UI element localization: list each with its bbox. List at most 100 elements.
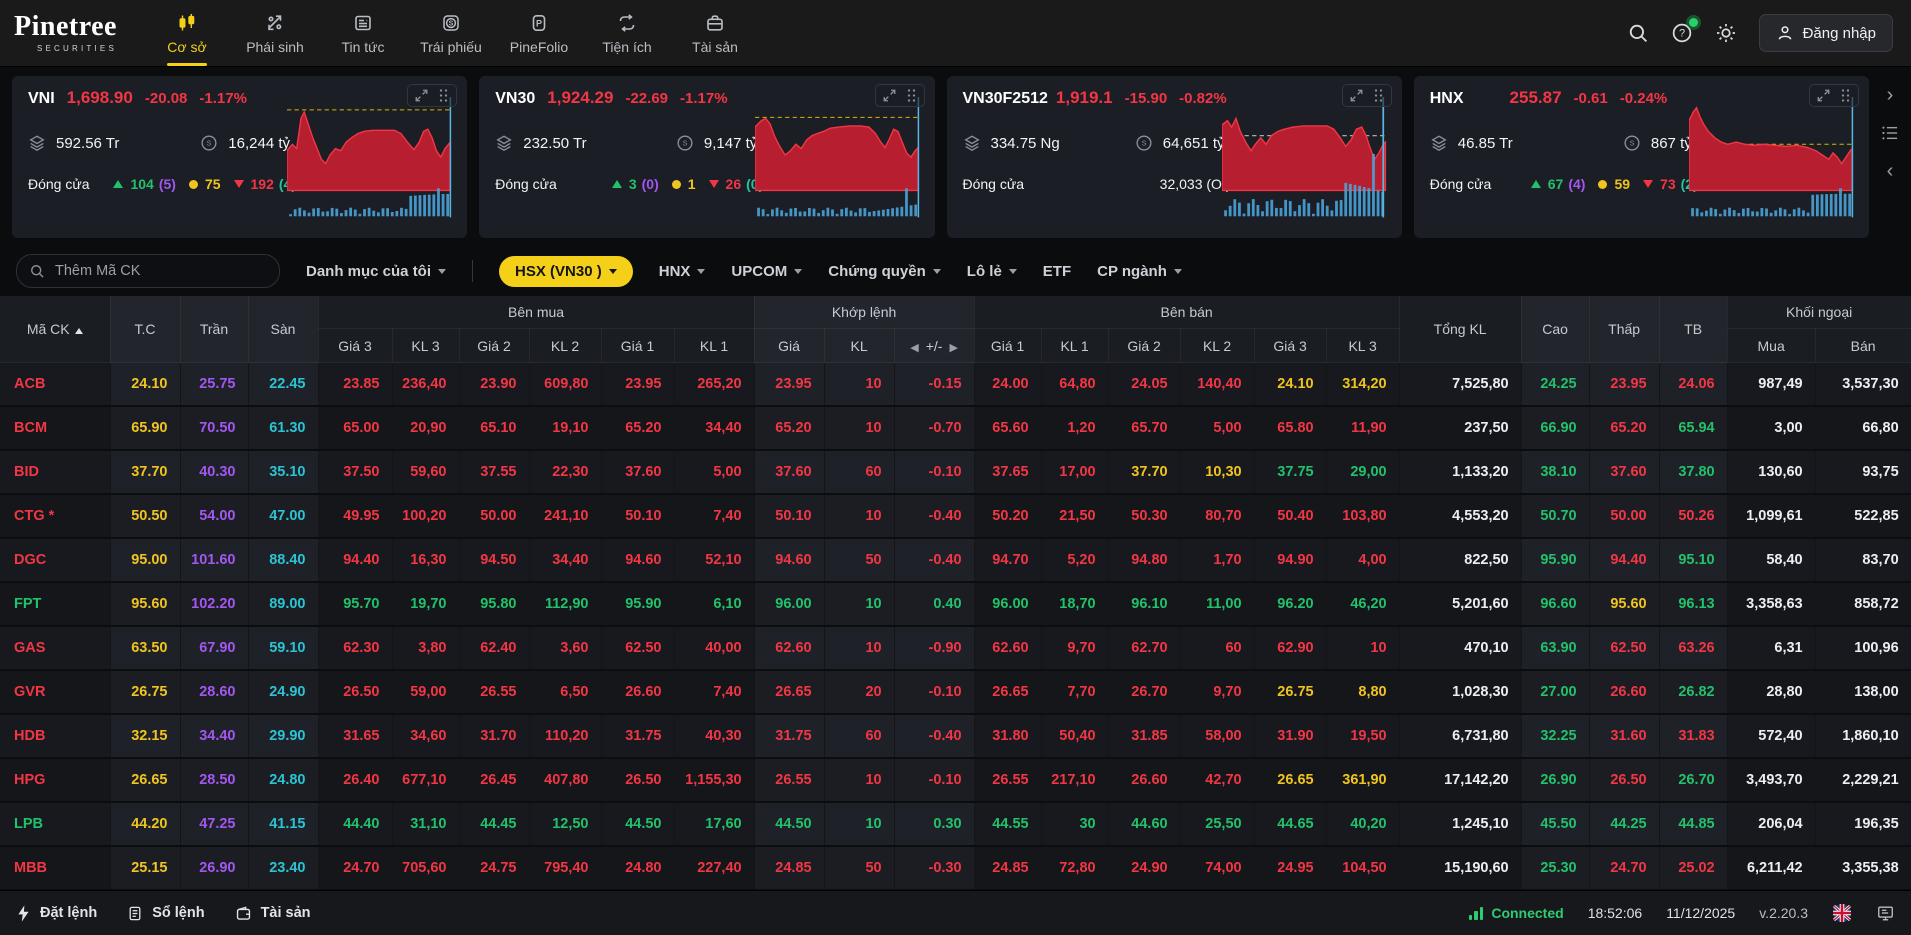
- price-cell[interactable]: 7,70: [1041, 670, 1108, 714]
- tab-tien-ich[interactable]: Tiện ích: [583, 0, 671, 66]
- price-cell[interactable]: 19,70: [392, 582, 459, 626]
- price-cell[interactable]: 20,90: [392, 406, 459, 450]
- price-cell[interactable]: 4,553,20: [1399, 494, 1521, 538]
- price-cell[interactable]: 44.55: [974, 802, 1041, 846]
- price-cell[interactable]: 10,30: [1180, 450, 1254, 494]
- price-cell[interactable]: 65.80: [1254, 406, 1326, 450]
- price-cell[interactable]: 37.60: [754, 450, 824, 494]
- table-row[interactable]: GAS63.5067.9059.1062.303,8062.403,6062.5…: [0, 626, 1911, 670]
- price-cell[interactable]: 9,70: [1180, 670, 1254, 714]
- price-cell[interactable]: 24.00: [974, 363, 1041, 407]
- price-cell[interactable]: 44.85: [1659, 802, 1727, 846]
- price-cell[interactable]: -0.10: [894, 758, 974, 802]
- expand-icon[interactable]: [414, 88, 429, 103]
- price-cell[interactable]: 6,31: [1727, 626, 1815, 670]
- price-cell[interactable]: 26.55: [754, 758, 824, 802]
- price-cell[interactable]: 44.45: [459, 802, 529, 846]
- ticker-symbol[interactable]: CTG *: [0, 494, 110, 538]
- price-cell[interactable]: 24.90: [248, 670, 318, 714]
- price-cell[interactable]: 27.00: [1521, 670, 1589, 714]
- price-cell[interactable]: 110,20: [529, 714, 601, 758]
- tab-tai-san[interactable]: Tài sản: [671, 0, 759, 66]
- price-cell[interactable]: 26.75: [110, 670, 180, 714]
- price-cell[interactable]: 95.80: [459, 582, 529, 626]
- price-cell[interactable]: 50,40: [1041, 714, 1108, 758]
- price-cell[interactable]: -0.70: [894, 406, 974, 450]
- table-row[interactable]: FPT95.60102.2089.0095.7019,7095.80112,90…: [0, 582, 1911, 626]
- col-header-ref[interactable]: T.C: [110, 296, 180, 363]
- col-header-symbol[interactable]: Mã CK: [0, 296, 110, 363]
- price-cell[interactable]: 112,90: [529, 582, 601, 626]
- price-cell[interactable]: 100,96: [1815, 626, 1911, 670]
- price-cell[interactable]: 94.40: [1589, 538, 1659, 582]
- price-cell[interactable]: 6,50: [529, 670, 601, 714]
- price-cell[interactable]: 44.65: [1254, 802, 1326, 846]
- price-cell[interactable]: 6,731,80: [1399, 714, 1521, 758]
- price-cell[interactable]: 26.45: [459, 758, 529, 802]
- search-input[interactable]: [53, 262, 267, 280]
- col-header-ceiling[interactable]: Trần: [180, 296, 248, 363]
- price-cell[interactable]: 858,72: [1815, 582, 1911, 626]
- price-cell[interactable]: 94.60: [754, 538, 824, 582]
- ticker-symbol[interactable]: HDB: [0, 714, 110, 758]
- price-cell[interactable]: 62.50: [601, 626, 674, 670]
- price-cell[interactable]: 50.70: [1521, 494, 1589, 538]
- price-cell[interactable]: 83,70: [1815, 538, 1911, 582]
- price-cell[interactable]: 10: [824, 363, 894, 407]
- price-cell[interactable]: 10: [824, 802, 894, 846]
- price-cell[interactable]: 24.85: [974, 846, 1041, 890]
- table-row[interactable]: DGC95.00101.6088.4094.4016,3094.5034,409…: [0, 538, 1911, 582]
- col-header-floor[interactable]: Sàn: [248, 296, 318, 363]
- drag-grid-icon[interactable]: [905, 88, 918, 103]
- price-cell[interactable]: 89.00: [248, 582, 318, 626]
- price-cell[interactable]: 96.00: [974, 582, 1041, 626]
- price-cell[interactable]: 31.85: [1108, 714, 1180, 758]
- price-cell[interactable]: 38.10: [1521, 450, 1589, 494]
- price-cell[interactable]: 37.80: [1659, 450, 1727, 494]
- price-cell[interactable]: 65.10: [459, 406, 529, 450]
- table-row[interactable]: HPG26.6528.5024.8026.40677,1026.45407,80…: [0, 758, 1911, 802]
- price-cell[interactable]: 96.00: [754, 582, 824, 626]
- price-cell[interactable]: 95.60: [110, 582, 180, 626]
- price-cell[interactable]: 50.10: [601, 494, 674, 538]
- price-cell[interactable]: 103,80: [1326, 494, 1399, 538]
- price-cell[interactable]: 50.30: [1108, 494, 1180, 538]
- price-cell[interactable]: 795,40: [529, 846, 601, 890]
- price-cell[interactable]: 5,20: [1041, 538, 1108, 582]
- price-cell[interactable]: 1,099,61: [1727, 494, 1815, 538]
- price-cell[interactable]: 4,00: [1326, 538, 1399, 582]
- price-cell[interactable]: 24.70: [318, 846, 392, 890]
- price-cell[interactable]: 26.50: [601, 758, 674, 802]
- table-row[interactable]: BID37.7040.3035.1037.5059,6037.5522,3037…: [0, 450, 1911, 494]
- price-cell[interactable]: 95.60: [1589, 582, 1659, 626]
- price-cell[interactable]: 60: [824, 714, 894, 758]
- price-cell[interactable]: 16,30: [392, 538, 459, 582]
- price-cell[interactable]: 31.60: [1589, 714, 1659, 758]
- col-header-foreign-buy[interactable]: Mua: [1727, 329, 1815, 363]
- price-cell[interactable]: 44.20: [110, 802, 180, 846]
- price-cell[interactable]: 62.30: [318, 626, 392, 670]
- price-cell[interactable]: 31,10: [392, 802, 459, 846]
- price-cell[interactable]: 28.60: [180, 670, 248, 714]
- price-cell[interactable]: 44.50: [754, 802, 824, 846]
- price-cell[interactable]: 25,50: [1180, 802, 1254, 846]
- price-cell[interactable]: 47.25: [180, 802, 248, 846]
- price-cell[interactable]: 65.60: [974, 406, 1041, 450]
- price-cell[interactable]: 46,20: [1326, 582, 1399, 626]
- price-cell[interactable]: 29,00: [1326, 450, 1399, 494]
- price-cell[interactable]: 50: [824, 846, 894, 890]
- display-settings-icon[interactable]: [1715, 22, 1737, 44]
- price-cell[interactable]: 3,00: [1727, 406, 1815, 450]
- display-mode-icon[interactable]: [1876, 904, 1895, 922]
- odd-lot-dropdown[interactable]: Lô lẻ: [967, 263, 1017, 280]
- col-header-bid-vol2[interactable]: KL 2: [529, 329, 601, 363]
- price-cell[interactable]: 1,028,30: [1399, 670, 1521, 714]
- price-cell[interactable]: 65.00: [318, 406, 392, 450]
- price-cell[interactable]: -0.90: [894, 626, 974, 670]
- price-cell[interactable]: 23.95: [601, 363, 674, 407]
- price-cell[interactable]: 24.80: [601, 846, 674, 890]
- table-row[interactable]: HDB32.1534.4029.9031.6534,6031.70110,203…: [0, 714, 1911, 758]
- price-cell[interactable]: 26.55: [974, 758, 1041, 802]
- price-cell[interactable]: 47.00: [248, 494, 318, 538]
- price-cell[interactable]: 40.30: [180, 450, 248, 494]
